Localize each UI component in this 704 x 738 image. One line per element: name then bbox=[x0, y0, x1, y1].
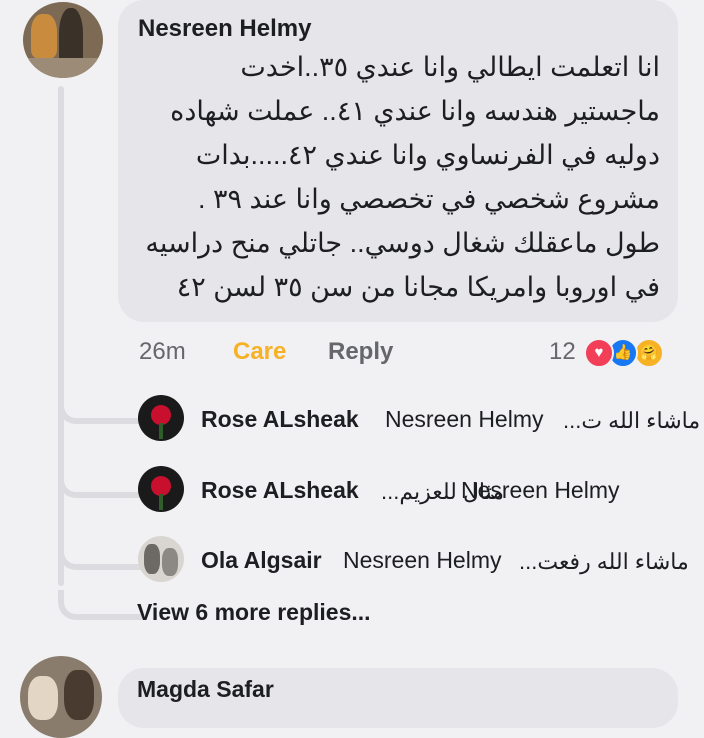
comment-line-5: طول ماعقلك شغال دوسي.. جاتلي منح دراسيه bbox=[145, 228, 660, 258]
love-reaction-glyph: ♥ bbox=[594, 344, 604, 361]
reply-mention[interactable]: Nesreen Helmy bbox=[343, 547, 502, 574]
comment-author[interactable]: Magda Safar bbox=[137, 676, 274, 703]
comment-line-1: انا اتعلمت ايطالي وانا عندي ٣٥..اخدت bbox=[240, 52, 660, 82]
rose-stem bbox=[159, 423, 163, 439]
comment-line-3: دوليه في الفرنساوي وانا عندي ٤٢.....بدات bbox=[195, 140, 660, 170]
care-button[interactable]: Care bbox=[233, 338, 286, 366]
care-reaction-glyph: 🤗 bbox=[639, 344, 659, 361]
rose-icon bbox=[151, 405, 171, 425]
view-more-replies-link[interactable]: View 6 more replies... bbox=[137, 599, 371, 626]
avatar-person bbox=[144, 544, 160, 574]
thread-connector bbox=[58, 394, 142, 424]
care-reaction-icon[interactable]: 🤗 bbox=[634, 338, 664, 368]
avatar-figure-1 bbox=[31, 14, 57, 58]
avatar-person bbox=[28, 676, 58, 720]
avatar[interactable] bbox=[23, 2, 103, 78]
reply-button[interactable]: Reply bbox=[328, 338, 393, 366]
reply-mention[interactable]: Nesreen Helmy bbox=[385, 406, 544, 433]
avatar-ground bbox=[23, 58, 103, 78]
reaction-count[interactable]: 12 bbox=[549, 338, 576, 366]
reply-author[interactable]: Rose ALsheak bbox=[201, 406, 359, 433]
comment-line-6: في اوروبا وامريكا مجانا من سن ٣٥ لسن ٤٢ bbox=[176, 272, 660, 302]
comment-author[interactable]: Nesreen Helmy bbox=[138, 15, 311, 43]
avatar[interactable] bbox=[20, 656, 102, 738]
rose-stem bbox=[159, 494, 163, 510]
reply-avatar[interactable] bbox=[138, 466, 184, 512]
comment-line-4: مشروع شخصي في تخصصي وانا عند ٣٩ . bbox=[197, 184, 660, 214]
reply-text: ماشاء الله رفعت... bbox=[519, 549, 689, 574]
avatar-figure-2 bbox=[59, 8, 83, 64]
comment-line-2: ماجستير هندسه وانا عندي ٤١.. عملت شهاده bbox=[170, 96, 660, 126]
comment-timestamp[interactable]: 26m bbox=[139, 338, 186, 366]
thread-connector bbox=[58, 540, 142, 570]
thread-connector bbox=[58, 468, 142, 498]
reply-author[interactable]: Rose ALsheak bbox=[201, 477, 359, 504]
love-reaction-icon[interactable]: ♥ bbox=[584, 338, 614, 368]
thread-line bbox=[58, 86, 64, 586]
reply-text: ماشاء الله ت... bbox=[563, 408, 701, 433]
avatar-person bbox=[64, 670, 94, 720]
avatar-person bbox=[162, 548, 178, 576]
rose-icon bbox=[151, 476, 171, 496]
thread-connector bbox=[58, 590, 142, 620]
reply-mention[interactable]: Nesreen Helmy bbox=[461, 477, 620, 504]
reply-avatar[interactable] bbox=[138, 536, 184, 582]
reply-avatar[interactable] bbox=[138, 395, 184, 441]
reply-author[interactable]: Ola Algsair bbox=[201, 547, 322, 574]
